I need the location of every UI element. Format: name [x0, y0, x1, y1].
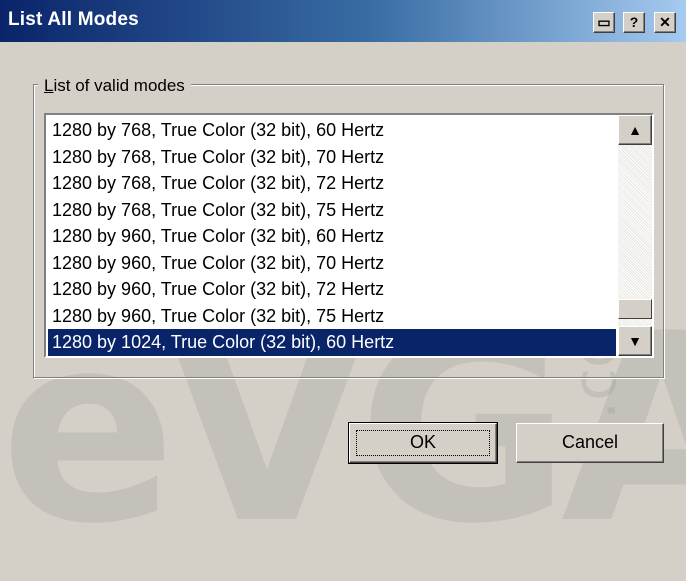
title-bar: List All Modes ▭ ? ✕	[0, 0, 686, 42]
list-item[interactable]: 1280 by 768, True Color (32 bit), 75 Her…	[48, 197, 616, 224]
vertical-scrollbar[interactable]: ▲ ▼	[618, 115, 652, 356]
scroll-thumb[interactable]	[618, 299, 652, 319]
list-item[interactable]: 1280 by 960, True Color (32 bit), 60 Her…	[48, 223, 616, 250]
modes-listbox[interactable]: 1280 by 768, True Color (32 bit), 60 Her…	[44, 113, 654, 358]
modes-list: 1280 by 768, True Color (32 bit), 60 Her…	[48, 117, 616, 356]
help-icon: ?	[629, 14, 639, 30]
restore-icon: ▭	[597, 14, 611, 30]
cancel-button[interactable]: Cancel	[516, 423, 664, 463]
list-item[interactable]: 1280 by 768, True Color (32 bit), 60 Her…	[48, 117, 616, 144]
ok-button[interactable]: OK	[348, 422, 498, 464]
arrow-down-icon: ▼	[628, 333, 642, 349]
help-button[interactable]: ?	[623, 12, 645, 33]
list-item[interactable]: 1280 by 768, True Color (32 bit), 72 Her…	[48, 170, 616, 197]
restore-button[interactable]: ▭	[593, 12, 615, 33]
list-item[interactable]: 1280 by 960, True Color (32 bit), 70 Her…	[48, 250, 616, 277]
list-item[interactable]: 1280 by 960, True Color (32 bit), 75 Her…	[48, 303, 616, 330]
close-button[interactable]: ✕	[654, 12, 676, 33]
window-title: List All Modes	[8, 9, 139, 30]
scroll-down-button[interactable]: ▼	[618, 326, 652, 356]
list-item[interactable]: 1280 by 768, True Color (32 bit), 70 Her…	[48, 144, 616, 171]
scroll-up-button[interactable]: ▲	[618, 115, 652, 145]
list-item[interactable]: 1280 by 960, True Color (32 bit), 72 Her…	[48, 276, 616, 303]
group-label: List of valid modes	[38, 76, 191, 96]
close-icon: ✕	[659, 14, 671, 30]
list-item[interactable]: 1280 by 1024, True Color (32 bit), 60 He…	[48, 329, 616, 356]
arrow-up-icon: ▲	[628, 122, 642, 138]
